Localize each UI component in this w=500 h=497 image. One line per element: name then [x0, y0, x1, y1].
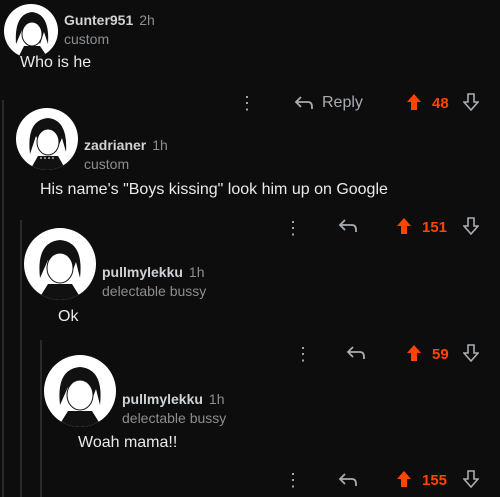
upvote-icon[interactable]	[406, 344, 422, 362]
comment-body: Woah mama!!	[78, 434, 178, 451]
downvote-icon[interactable]	[463, 470, 479, 488]
comment-age: 1h	[208, 391, 225, 407]
downvote-icon[interactable]	[463, 93, 479, 111]
user-flair: custom	[64, 31, 110, 47]
thread-line	[2, 100, 4, 497]
username[interactable]: pullmylekku 1h	[122, 391, 225, 407]
comment-age: 1h	[152, 137, 168, 153]
more-options-icon[interactable]: ⋮	[284, 468, 302, 492]
score: 59	[432, 346, 449, 363]
username-text[interactable]: zadrianer	[84, 137, 146, 153]
score: 151	[422, 219, 448, 236]
username[interactable]: pullmylekku 1h	[102, 264, 205, 280]
more-options-icon[interactable]: ⋮	[284, 216, 302, 240]
user-flair: delectable bussy	[122, 410, 227, 426]
more-options-icon[interactable]: ⋮	[238, 91, 256, 115]
username[interactable]: zadrianer 1h	[84, 137, 168, 153]
comment-age: 1h	[188, 264, 205, 280]
reply-icon[interactable]	[346, 345, 366, 361]
downvote-icon[interactable]	[463, 344, 479, 362]
reply-icon[interactable]	[338, 218, 358, 234]
upvote-icon[interactable]	[396, 217, 412, 235]
comment-age: 2h	[139, 12, 155, 28]
score: 155	[422, 472, 448, 489]
thread-line	[20, 220, 22, 497]
user-flair: custom	[84, 156, 130, 172]
username-text[interactable]: pullmylekku	[102, 264, 183, 280]
thread-line	[40, 340, 42, 497]
reply-icon[interactable]	[338, 472, 358, 488]
avatar[interactable]	[24, 228, 96, 300]
comment-body: Ok	[58, 308, 79, 325]
username[interactable]: Gunter951 2h	[64, 12, 155, 28]
reply-label: Reply	[322, 94, 363, 111]
avatar[interactable]	[4, 4, 58, 58]
username-text[interactable]: Gunter951	[64, 12, 133, 28]
user-flair: delectable bussy	[102, 283, 207, 299]
upvote-icon[interactable]	[396, 470, 412, 488]
reply-button[interactable]: Reply	[294, 94, 363, 112]
reply-icon	[294, 96, 313, 109]
comment-body: His name's "Boys kissing" look him up on…	[40, 181, 388, 198]
upvote-icon[interactable]	[406, 93, 422, 111]
score: 48	[432, 95, 449, 112]
downvote-icon[interactable]	[463, 217, 479, 235]
avatar[interactable]	[44, 355, 116, 427]
username-text[interactable]: pullmylekku	[122, 391, 203, 407]
avatar[interactable]	[16, 108, 78, 170]
comment-body: Who is he	[20, 54, 92, 71]
more-options-icon[interactable]: ⋮	[294, 342, 312, 366]
